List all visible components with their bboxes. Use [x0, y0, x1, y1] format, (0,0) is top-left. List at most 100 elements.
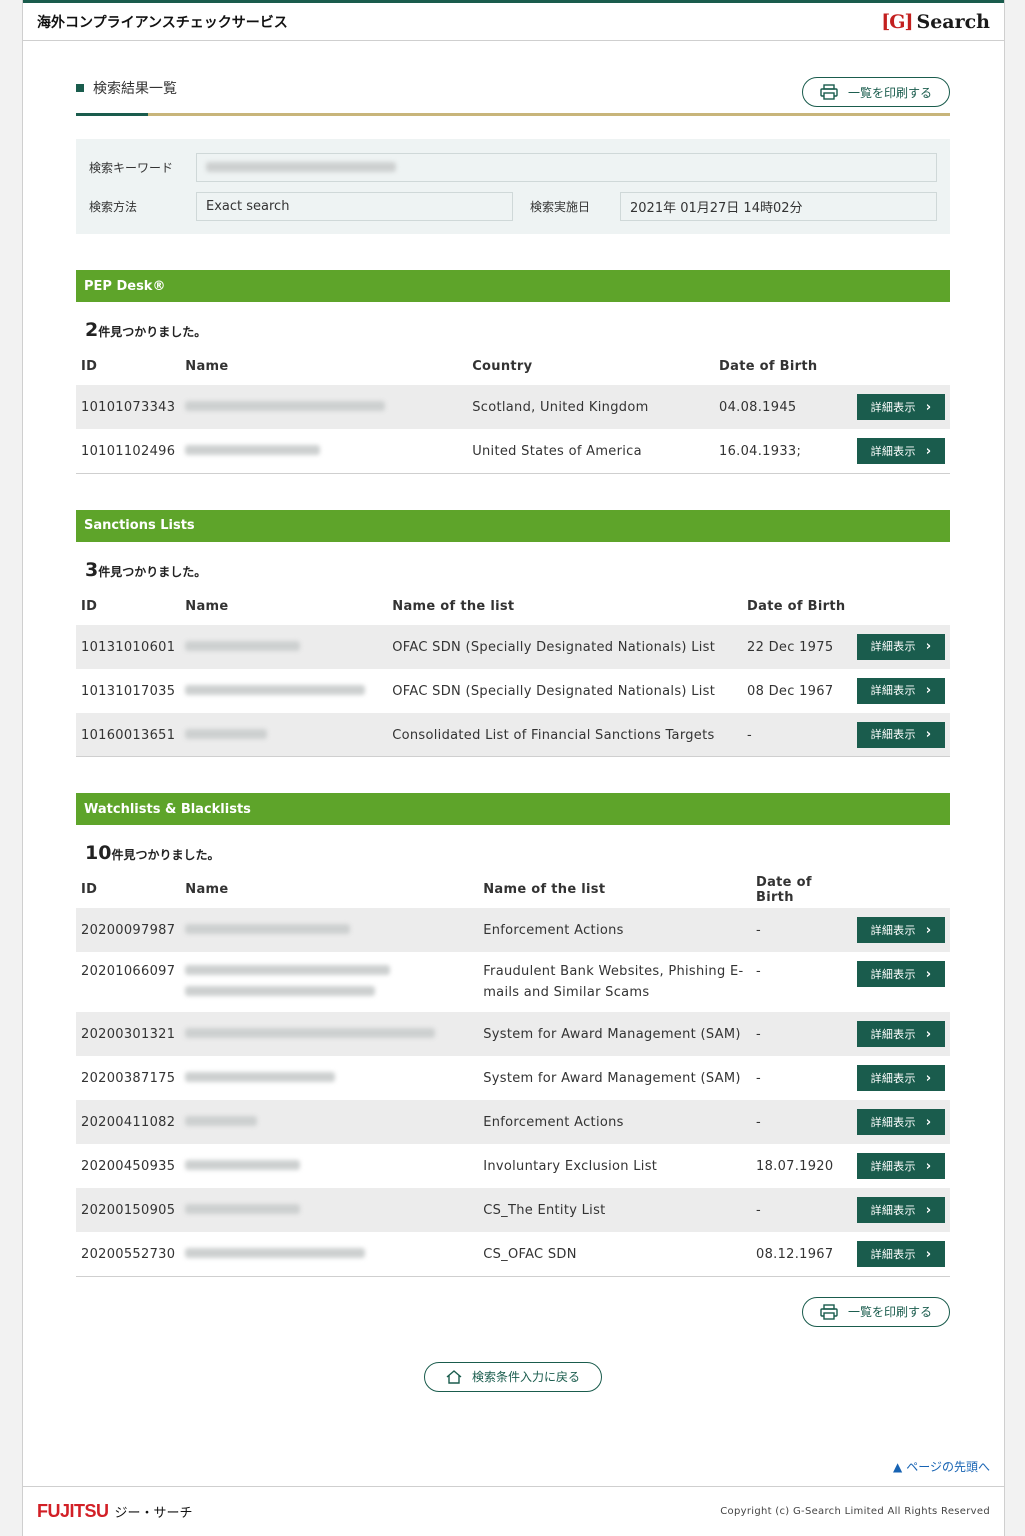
- redacted-name: [185, 640, 301, 651]
- footer: FUJITSU ジー・サーチ Copyright (c) G-Search Li…: [23, 1486, 1004, 1536]
- detail-button[interactable]: 詳細表示 ›: [857, 961, 945, 987]
- row-list: Consolidated List of Financial Sanctions…: [387, 712, 743, 757]
- back-to-search-label: 検索条件入力に戻る: [471, 1370, 580, 1384]
- detail-button[interactable]: 詳細表示 ›: [857, 1241, 945, 1267]
- g-search-logo[interactable]: [G] Search: [881, 11, 990, 33]
- col-action: [852, 588, 950, 625]
- detail-button[interactable]: 詳細表示 ›: [857, 721, 945, 748]
- table-row: 20200411082 Enforcement Actions - 詳細表示 ›: [76, 1100, 950, 1144]
- row-list: Involuntary Exclusion List: [483, 1159, 658, 1174]
- redacted-name: [185, 1072, 336, 1082]
- row-id: 20201066097: [81, 964, 176, 979]
- sanctions-section: Sanctions Lists 3 件見つかりました。 ID Name Name…: [76, 509, 950, 757]
- chevron-right-icon: ›: [925, 1202, 932, 1218]
- row-name: [180, 1144, 478, 1188]
- row-dob: -: [742, 712, 852, 757]
- row-country: Scotland, United Kingdom: [467, 385, 715, 429]
- row-id: 10131017035: [81, 683, 176, 699]
- table-row: 10131010601 OFAC SDN (Specially Designat…: [76, 624, 950, 669]
- row-list: OFAC SDN (Specially Designated Nationals…: [392, 683, 716, 699]
- detail-button[interactable]: 詳細表示 ›: [857, 438, 945, 464]
- redacted-name: [185, 1248, 366, 1258]
- fujitsu-logo-text: FUJITSU: [37, 1501, 109, 1521]
- row-list: Fraudulent Bank Websites, Phishing E-mai…: [483, 964, 744, 1000]
- sanctions-results-table: ID Name Name of the list Date of Birth 1…: [76, 588, 950, 757]
- row-name: [180, 385, 468, 429]
- print-list-button[interactable]: 一覧を印刷する: [802, 77, 950, 107]
- detail-button[interactable]: 詳細表示 ›: [857, 633, 945, 660]
- g-search-logo-text: Search: [916, 10, 990, 33]
- main-content: 検索結果一覧 一覧を印刷する 検索キーワード 検索方法 Exact search…: [76, 41, 950, 1392]
- search-conditions: 検索キーワード 検索方法 Exact search 検索実施日 2021年 01…: [76, 139, 950, 234]
- chevron-right-icon: ›: [925, 683, 932, 698]
- triangle-up-icon: ▲: [893, 1459, 903, 1474]
- back-to-search-button[interactable]: 検索条件入力に戻る: [424, 1361, 602, 1392]
- g-search-logo-mark: [G]: [881, 10, 913, 33]
- chevron-right-icon: ›: [925, 1114, 932, 1130]
- redacted-name: [185, 728, 268, 739]
- pep-results-table: ID Name Country Date of Birth 1010107334…: [76, 348, 950, 474]
- keyword-label: 検索キーワード: [89, 160, 174, 175]
- page-top-label: ページの先頭へ: [906, 1460, 990, 1474]
- top-header: 海外コンプライアンスチェックサービス [G] Search: [23, 0, 1004, 41]
- col-dob: Date of Birth: [756, 874, 812, 905]
- detail-button[interactable]: 詳細表示 ›: [857, 1021, 945, 1047]
- col-name: Name: [185, 359, 229, 374]
- table-row: 20200387175 System for Award Management …: [76, 1056, 950, 1100]
- row-dob: -: [751, 1100, 852, 1144]
- heading-square-icon: [76, 84, 84, 92]
- redacted-name: [185, 1160, 301, 1170]
- row-name: [180, 1100, 479, 1144]
- row-id: 10131010601: [76, 624, 181, 669]
- sanctions-count-number: 3: [85, 558, 99, 581]
- table-row: 20200097987 Enforcement Actions - 詳細表示 ›: [76, 908, 950, 952]
- page-frame: 海外コンプライアンスチェックサービス [G] Search 検索結果一覧 一覧を…: [22, 0, 1005, 1536]
- detail-button[interactable]: 詳細表示 ›: [857, 1109, 945, 1135]
- redacted-name: [185, 1116, 258, 1126]
- redacted-name: [185, 1204, 301, 1214]
- keyword-row: 検索キーワード: [89, 152, 937, 182]
- row-id: 10101102496: [76, 429, 181, 474]
- app-title: 海外コンプライアンスチェックサービス: [37, 14, 288, 31]
- watchlists-count: 10 件見つかりました。: [76, 837, 950, 863]
- row-id: 20200301321: [76, 1012, 181, 1056]
- detail-button[interactable]: 詳細表示 ›: [857, 677, 945, 704]
- watchlists-results-table: ID Name Name of the list Date of Birth 2…: [76, 871, 950, 1277]
- detail-button[interactable]: 詳細表示 ›: [857, 1197, 945, 1223]
- detail-button[interactable]: 詳細表示 ›: [857, 1153, 945, 1179]
- page-top-link[interactable]: ▲ ページの先頭へ: [893, 1458, 990, 1475]
- table-row: 20200301321 System for Award Management …: [76, 1012, 950, 1056]
- row-id: 20200411082: [76, 1100, 181, 1144]
- row-name: [180, 952, 478, 1012]
- row-id: 10160013651: [76, 712, 181, 757]
- detail-button[interactable]: 詳細表示 ›: [857, 917, 945, 943]
- table-row: 20200552730 CS_OFAC SDN 08.12.1967 詳細表示 ›: [76, 1232, 950, 1277]
- page-title: 検索結果一覧: [76, 78, 177, 98]
- redacted-keyword: [206, 162, 396, 172]
- print-list-label: 一覧を印刷する: [847, 1305, 932, 1319]
- col-id: ID: [81, 598, 98, 614]
- col-action: [852, 348, 950, 385]
- detail-button[interactable]: 詳細表示 ›: [857, 394, 945, 420]
- row-dob: -: [756, 1071, 761, 1086]
- col-id: ID: [81, 882, 98, 897]
- print-bottom-row: 一覧を印刷する: [76, 1296, 950, 1327]
- row-list: Enforcement Actions: [478, 1100, 751, 1144]
- chevron-right-icon: ›: [925, 1158, 932, 1174]
- table-row: 10131017035 OFAC SDN (Specially Designat…: [76, 669, 950, 713]
- method-date-row: 検索方法 Exact search 検索実施日 2021年 01月27日 14時…: [89, 191, 937, 221]
- table-row: 10101073343 Scotland, United Kingdom 04.…: [76, 385, 950, 429]
- redacted-name: [185, 986, 376, 996]
- col-dob: Date of Birth: [747, 598, 846, 614]
- sanctions-count-suffix: 件見つかりました。: [98, 564, 207, 579]
- row-name: [180, 1188, 479, 1232]
- row-name: [180, 624, 388, 669]
- row-dob: -: [756, 964, 761, 979]
- chevron-right-icon: ›: [925, 727, 932, 742]
- col-name: Name: [185, 882, 229, 897]
- row-name: [180, 429, 468, 474]
- detail-button[interactable]: 詳細表示 ›: [857, 1065, 945, 1091]
- row-country: United States of America: [467, 429, 715, 474]
- row-dob: -: [751, 1012, 852, 1056]
- print-list-button[interactable]: 一覧を印刷する: [802, 1296, 950, 1327]
